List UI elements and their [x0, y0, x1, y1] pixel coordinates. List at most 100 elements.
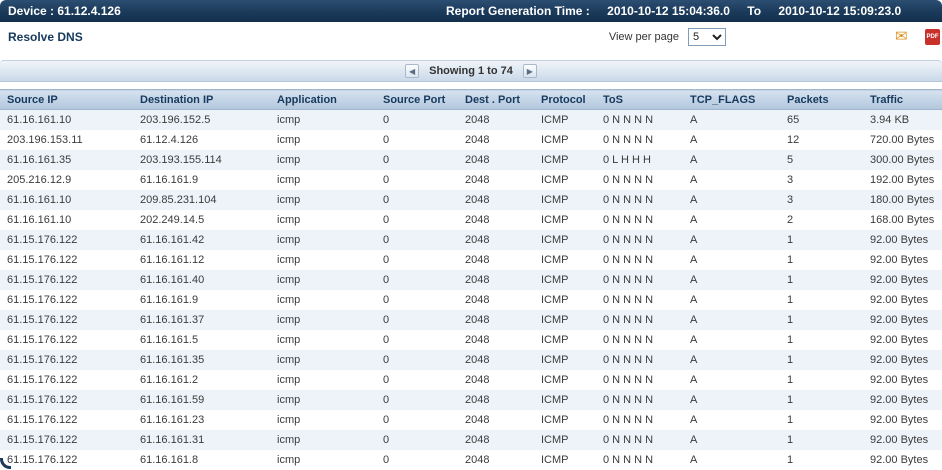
table-cell: icmp — [270, 229, 376, 250]
table-row: 61.15.176.122 61.16.161.59 icmp 0 2048 ICMP 0 … — [0, 389, 942, 410]
table-cell: 1 — [780, 409, 863, 430]
table-cell: A — [683, 149, 780, 170]
table-cell: 2048 — [458, 269, 534, 290]
table-cell: A — [683, 329, 780, 350]
report-generation-time: Report Generation Time : 2010-10-12 15:0… — [446, 4, 901, 18]
table-cell: 61.16.161.23 — [133, 409, 270, 430]
table-cell: 92.00 Bytes — [863, 269, 942, 290]
table-cell: 0 L H H H — [596, 149, 683, 170]
table-row: 61.16.161.10 209.85.231.104 icmp 0 2048 ICMP 0… — [0, 189, 942, 210]
table-cell: 0 N N N N — [596, 409, 683, 430]
table-cell: 0 N N N N — [596, 369, 683, 390]
table-cell: 61.16.161.59 — [133, 389, 270, 410]
table-cell: 0 N N N N — [596, 329, 683, 350]
table-cell: ICMP — [534, 249, 596, 270]
table-cell: icmp — [270, 109, 376, 130]
table-cell: 2048 — [458, 329, 534, 350]
table-cell: 92.00 Bytes — [863, 309, 942, 330]
table-cell: icmp — [270, 449, 376, 470]
flow-table-body: 61.16.161.10 203.196.152.5 icmp 0 2048 ICMP 0 … — [0, 109, 942, 470]
table-cell: 61.15.176.122 — [0, 269, 133, 290]
table-cell: ICMP — [534, 389, 596, 410]
table-cell: 61.15.176.122 — [0, 289, 133, 310]
table-cell: 61.15.176.122 — [0, 309, 133, 330]
table-cell: 3 — [780, 169, 863, 190]
table-cell: 0 — [376, 329, 458, 350]
table-cell: 1 — [780, 449, 863, 470]
table-cell: 0 N N N N — [596, 229, 683, 250]
table-cell: 92.00 Bytes — [863, 229, 942, 250]
table-cell: 720.00 Bytes — [863, 129, 942, 150]
table-cell: ICMP — [534, 409, 596, 430]
table-cell: 2048 — [458, 389, 534, 410]
table-cell: 2048 — [458, 249, 534, 270]
table-cell: 1 — [780, 349, 863, 370]
table-row: 61.16.161.10 203.196.152.5 icmp 0 2048 ICMP 0 … — [0, 109, 942, 130]
table-cell: icmp — [270, 349, 376, 370]
table-cell: ICMP — [534, 329, 596, 350]
table-cell: 1 — [780, 229, 863, 250]
table-cell: 0 — [376, 269, 458, 290]
table-row: 61.16.161.10 202.249.14.5 icmp 0 2048 ICMP 0 N… — [0, 209, 942, 230]
table-cell: 0 N N N N — [596, 189, 683, 210]
table-cell: ICMP — [534, 189, 596, 210]
table-cell: 2048 — [458, 229, 534, 250]
table-cell: 92.00 Bytes — [863, 289, 942, 310]
pagination-bar: ◀ Showing 1 to 74 ▶ — [0, 60, 942, 82]
table-cell: 92.00 Bytes — [863, 329, 942, 350]
pdf-export-icon[interactable]: PDF — [925, 28, 940, 45]
table-cell: 0 — [376, 449, 458, 470]
table-row: 61.15.176.122 61.16.161.23 icmp 0 2048 ICMP 0 … — [0, 409, 942, 430]
table-cell: 0 N N N N — [596, 269, 683, 290]
table-cell: 2048 — [458, 369, 534, 390]
table-cell: 61.15.176.122 — [0, 389, 133, 410]
table-cell: 203.196.153.11 — [0, 129, 133, 150]
table-cell: 1 — [780, 389, 863, 410]
table-cell: 92.00 Bytes — [863, 409, 942, 430]
table-cell: 92.00 Bytes — [863, 449, 942, 470]
flow-table-header-row: Source IP Destination IP Application Source… — [0, 89, 942, 110]
table-cell: ICMP — [534, 269, 596, 290]
table-cell: A — [683, 369, 780, 390]
table-cell: 209.85.231.104 — [133, 189, 270, 210]
flow-table-container: Source IP Destination IP Application Source… — [0, 89, 942, 470]
table-cell: 61.16.161.10 — [0, 209, 133, 230]
table-row: 61.15.176.122 61.16.161.5 icmp 0 2048 ICMP 0 N… — [0, 329, 942, 350]
column-header-packets: Packets — [780, 89, 863, 110]
table-row: 205.216.12.9 61.16.161.9 icmp 0 2048 ICMP 0 N … — [0, 169, 942, 190]
column-header-dest-port: Dest . Port — [458, 89, 534, 110]
table-cell: 61.15.176.122 — [0, 249, 133, 270]
table-cell: A — [683, 129, 780, 150]
table-cell: 61.16.161.35 — [0, 149, 133, 170]
column-header-tcp-flags: TCP_FLAGS — [683, 89, 780, 110]
table-cell: 0 — [376, 129, 458, 150]
table-cell: 61.16.161.10 — [0, 109, 133, 130]
table-cell: 2048 — [458, 309, 534, 330]
table-cell: A — [683, 109, 780, 130]
table-cell: 1 — [780, 369, 863, 390]
table-cell: 61.15.176.122 — [0, 229, 133, 250]
prev-page-button[interactable]: ◀ — [405, 64, 420, 78]
table-row: 61.16.161.35 203.193.155.114 icmp 0 2048 ICMP… — [0, 149, 942, 170]
next-page-button[interactable]: ▶ — [522, 64, 537, 78]
table-cell: 0 N N N N — [596, 209, 683, 230]
table-cell: ICMP — [534, 429, 596, 450]
table-cell: 203.196.152.5 — [133, 109, 270, 130]
table-cell: icmp — [270, 369, 376, 390]
table-row: 61.15.176.122 61.16.161.12 icmp 0 2048 ICMP 0 … — [0, 249, 942, 270]
view-per-page-select[interactable]: 5 — [688, 28, 726, 46]
email-report-icon[interactable]: ✉ — [895, 28, 908, 45]
table-cell: icmp — [270, 409, 376, 430]
report-time-to: 2010-10-12 15:09:23.0 — [778, 4, 902, 18]
table-cell: 0 N N N N — [596, 449, 683, 470]
table-cell: A — [683, 189, 780, 210]
column-header-source-ip: Source IP — [0, 89, 133, 110]
table-cell: A — [683, 429, 780, 450]
table-cell: 2048 — [458, 349, 534, 370]
report-time-from: 2010-10-12 15:04:36.0 — [607, 4, 730, 18]
table-cell: A — [683, 309, 780, 330]
table-row: 61.15.176.122 61.16.161.9 icmp 0 2048 ICMP 0 N… — [0, 289, 942, 310]
table-cell: 0 — [376, 429, 458, 450]
resolve-dns-link[interactable]: Resolve DNS — [8, 30, 83, 44]
toolbar: Resolve DNS View per page 5 ✉ PDF — [0, 22, 942, 52]
